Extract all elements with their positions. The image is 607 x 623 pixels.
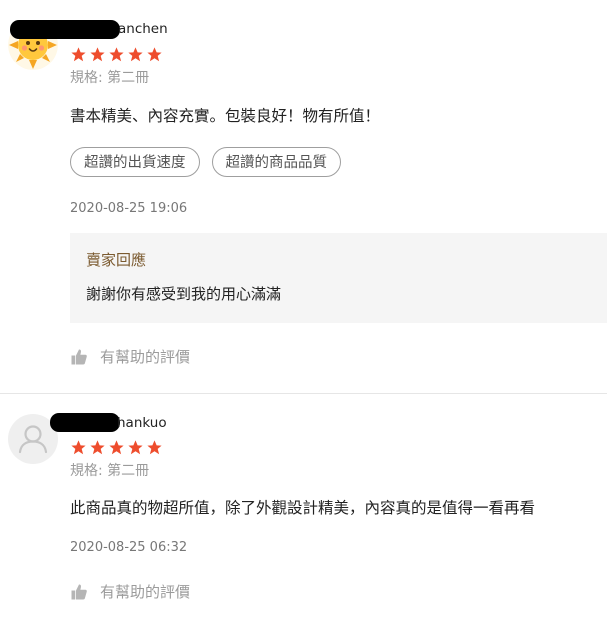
seller-reply: 賣家回應 謝謝你有感受到我的用心滿滿: [70, 233, 607, 323]
seller-reply-text: 謝謝你有感受到我的用心滿滿: [86, 285, 282, 303]
username[interactable]: hankuo: [117, 414, 167, 432]
star-icon: [147, 440, 162, 455]
star-rating: [70, 439, 163, 456]
star-icon: [71, 47, 86, 62]
star-icon: [109, 440, 124, 455]
star-icon: [90, 440, 105, 455]
star-icon: [109, 47, 124, 62]
product-variant: 規格: 第二冊: [70, 70, 150, 86]
review-item: hankuo 規格: 第二冊 此商品真的物超所值，除了外觀設計精美，內容真的是值…: [0, 395, 607, 623]
product-variant: 規格: 第二冊: [70, 463, 150, 479]
star-icon: [71, 440, 86, 455]
username[interactable]: anchen: [118, 20, 168, 38]
review-tag: 超讚的出貨速度: [70, 147, 200, 177]
star-icon: [128, 47, 143, 62]
star-icon: [147, 47, 162, 62]
redacted-username-mark: [10, 20, 120, 39]
star-icon: [90, 47, 105, 62]
helpful-label: 有幫助的評價: [100, 583, 191, 601]
star-rating: [70, 46, 163, 63]
helpful-button[interactable]: 有幫助的評價: [70, 346, 190, 367]
review-content: 此商品真的物超所值，除了外觀設計精美，內容真的是值得一看再看: [70, 499, 536, 517]
star-icon: [128, 440, 143, 455]
redacted-username-mark: [50, 413, 120, 432]
review-tag: 超讚的商品品質: [211, 147, 341, 177]
review-content: 書本精美、內容充實。包裝良好！物有所值！: [70, 107, 381, 125]
thumb-up-icon: [71, 584, 87, 599]
seller-reply-title: 賣家回應: [86, 251, 147, 269]
helpful-label: 有幫助的評價: [100, 348, 191, 366]
thumb-up-icon: [71, 349, 87, 364]
review-divider: [0, 393, 607, 394]
review-tags: 超讚的出貨速度 超讚的商品品質: [70, 147, 341, 177]
helpful-button[interactable]: 有幫助的評價: [70, 581, 190, 602]
review-item: anchen 規格: 第二冊 書本精美、內容充實。包裝良好！物有所值！ 超讚的出…: [0, 0, 607, 394]
review-datetime: 2020-08-25 19:06: [70, 201, 188, 216]
review-datetime: 2020-08-25 06:32: [70, 540, 188, 555]
